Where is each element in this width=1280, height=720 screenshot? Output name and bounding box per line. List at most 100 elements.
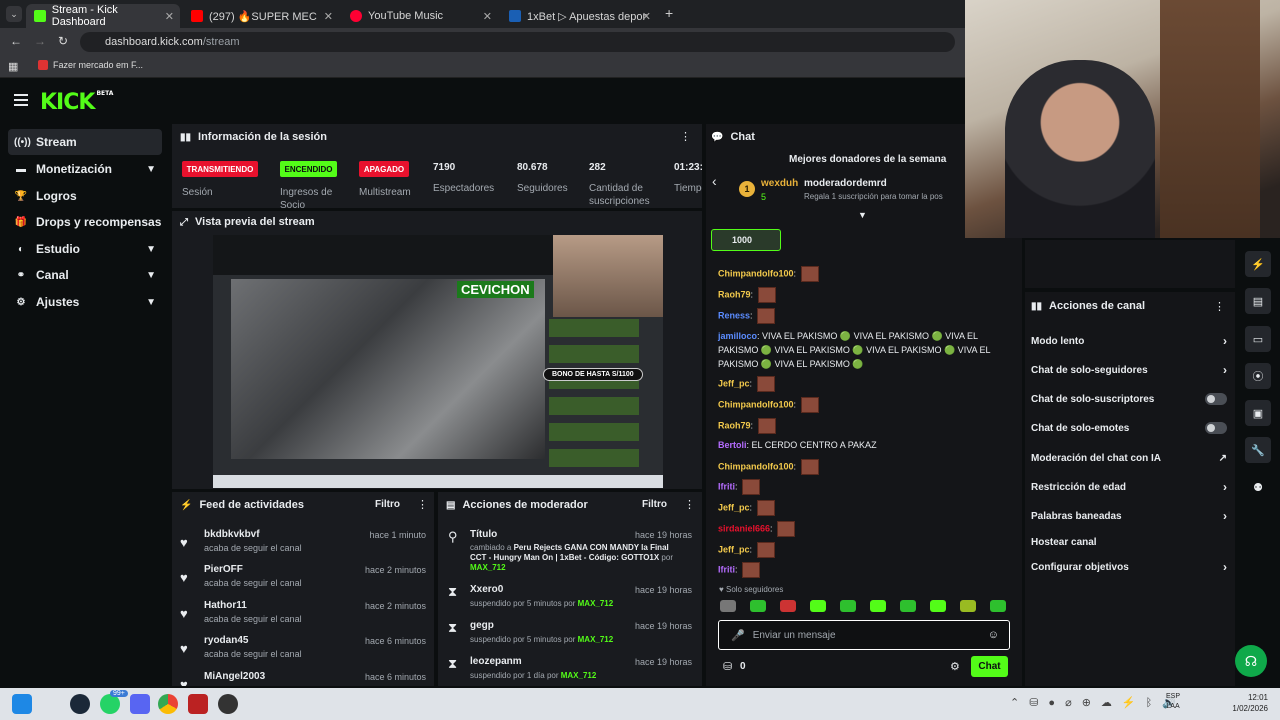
list-item: ♥ Hathor11 acaba de seguir el canal hace 2 … bbox=[172, 600, 432, 636]
sidebar-item-logros[interactable]: 🏆 Logros bbox=[8, 183, 162, 209]
chat-username[interactable]: Chimpandolfo100 bbox=[718, 461, 794, 471]
donor1-name[interactable]: wexduh bbox=[761, 178, 798, 189]
chat-username[interactable]: Jeff_pc bbox=[718, 502, 750, 512]
tab-kick-dashboard[interactable]: Stream - Kick Dashboard ✕ bbox=[26, 4, 180, 28]
chat-send-button[interactable]: Chat bbox=[971, 656, 1008, 677]
emotes-only-item[interactable]: Chat de solo-emotes bbox=[1031, 420, 1227, 436]
hamburger-menu-icon[interactable] bbox=[14, 94, 28, 106]
emoji-icon[interactable]: ☺ bbox=[988, 629, 999, 641]
points-icon[interactable]: ⛁ bbox=[723, 660, 732, 673]
kick-logo[interactable]: KICK BETA bbox=[40, 90, 113, 115]
pinned-drag-handle-icon[interactable]: ▼ bbox=[858, 210, 867, 220]
followers-only-item[interactable]: Chat de solo-seguidores › bbox=[1031, 362, 1227, 378]
chat-username[interactable]: Jeff_pc bbox=[718, 378, 750, 388]
chat-username[interactable]: Jeff_pc bbox=[718, 544, 750, 554]
chat-username[interactable]: Raoh79 bbox=[718, 420, 751, 430]
emote-icon[interactable] bbox=[840, 600, 856, 612]
help-support-button[interactable]: ☊ bbox=[1235, 645, 1267, 677]
goals-item[interactable]: Configurar objetivos › bbox=[1031, 559, 1227, 575]
chat-username[interactable]: Raoh79 bbox=[718, 289, 751, 299]
chat-username[interactable]: jamilloco bbox=[718, 331, 757, 341]
pinned-gift-chip[interactable]: 1000 bbox=[711, 229, 781, 251]
broadcast-button-icon[interactable]: ⦿ bbox=[1245, 363, 1271, 389]
slow-mode-item[interactable]: Modo lento › bbox=[1031, 333, 1227, 349]
more-options-icon[interactable]: ⋮ bbox=[1214, 300, 1225, 313]
chat-username[interactable]: Chimpandolfo100 bbox=[718, 268, 794, 278]
emote-icon[interactable] bbox=[930, 600, 946, 612]
tab-youtube-music[interactable]: YouTube Music ✕ bbox=[342, 4, 498, 28]
sidebar-item-monetizacion[interactable]: ▬ Monetización ▼ bbox=[8, 156, 162, 182]
clock[interactable]: 12:01 1/02/2026 bbox=[1214, 692, 1268, 714]
close-tab-icon[interactable]: ✕ bbox=[483, 10, 492, 23]
sidebar: ((•)) Stream ▬ Monetización ▼ 🏆 Logros 🎁 Drop… bbox=[0, 122, 170, 688]
close-tab-icon[interactable]: ✕ bbox=[324, 10, 333, 23]
tray-icons[interactable]: ⌃⛁●⌀⊕☁⚡ᛒ🔊 bbox=[1010, 696, 1186, 709]
chat-username[interactable]: Ifriti bbox=[718, 481, 735, 491]
language-indicator[interactable]: ESP LAA bbox=[1166, 692, 1180, 712]
back-icon[interactable]: ← bbox=[10, 34, 22, 48]
action-name: leozepanm bbox=[470, 656, 522, 667]
emote-icon[interactable] bbox=[990, 600, 1006, 612]
whatsapp-icon[interactable] bbox=[100, 694, 120, 714]
sidebar-item-stream[interactable]: ((•)) Stream bbox=[8, 129, 162, 155]
more-options-icon[interactable]: ⋮ bbox=[680, 130, 691, 143]
url-input[interactable]: dashboard.kick.com/stream bbox=[80, 32, 955, 52]
save-button-icon[interactable]: ▣ bbox=[1245, 400, 1271, 426]
clipboard-button-icon[interactable]: ▤ bbox=[1245, 288, 1271, 314]
emote-icon[interactable] bbox=[720, 600, 736, 612]
steam-icon[interactable] bbox=[70, 694, 90, 714]
more-options-icon[interactable]: ⋮ bbox=[417, 498, 428, 511]
age-restriction-item[interactable]: Restricción de edad › bbox=[1031, 479, 1227, 495]
chat-username[interactable]: Reness bbox=[718, 310, 750, 320]
chat-settings-gear-icon[interactable]: ⚙ bbox=[950, 660, 960, 673]
close-tab-icon[interactable]: ✕ bbox=[165, 10, 174, 23]
apps-grid-icon[interactable]: ▦ bbox=[8, 60, 18, 73]
microphone-icon[interactable]: 🎤 bbox=[731, 629, 745, 642]
stream-video[interactable]: CEVICHON BONO DE HASTA S/1100 bbox=[213, 235, 663, 488]
emote-icon[interactable] bbox=[750, 600, 766, 612]
wrench-button-icon[interactable]: 🔧 bbox=[1245, 437, 1271, 463]
bookmark-item[interactable]: Fazer mercado em F... bbox=[38, 60, 143, 70]
host-channel-item[interactable]: Hostear canal bbox=[1031, 534, 1227, 550]
chat-username[interactable]: sirdaniel666 bbox=[718, 523, 770, 533]
chat-username[interactable]: Bertoli bbox=[718, 440, 747, 450]
sidebar-item-drops[interactable]: 🎁 Drops y recompensas bbox=[8, 209, 162, 235]
reload-icon[interactable]: ↻ bbox=[58, 34, 68, 48]
emote-icon[interactable] bbox=[960, 600, 976, 612]
tab-search-icon[interactable]: ⌄ bbox=[6, 6, 22, 22]
discord-icon[interactable] bbox=[130, 694, 150, 714]
close-tab-icon[interactable]: ✕ bbox=[642, 10, 651, 23]
ai-moderation-item[interactable]: Moderación del chat con IA ↗ bbox=[1031, 450, 1227, 466]
emotes-only-toggle[interactable] bbox=[1205, 422, 1227, 434]
forward-icon[interactable]: → bbox=[34, 34, 46, 48]
sidebar-item-ajustes[interactable]: ⚙ Ajustes ▼ bbox=[8, 289, 162, 315]
activity-filter-button[interactable]: Filtro bbox=[375, 499, 400, 510]
more-options-icon[interactable]: ⋮ bbox=[684, 498, 695, 511]
modactions-filter-button[interactable]: Filtro bbox=[642, 499, 667, 510]
emote-icon[interactable] bbox=[870, 600, 886, 612]
sidebar-item-estudio[interactable]: ◐ Estudio ▼ bbox=[8, 236, 162, 262]
windows-start-icon[interactable] bbox=[12, 694, 32, 714]
subscribers-only-toggle[interactable] bbox=[1205, 393, 1227, 405]
subscribers-only-item[interactable]: Chat de solo-suscriptores bbox=[1031, 391, 1227, 407]
tab-youtube-video[interactable]: (297) 🔥SUPER MECHA DO ✕ bbox=[183, 4, 339, 28]
hourglass-icon: ⧗ bbox=[448, 620, 458, 635]
new-tab-icon[interactable]: + bbox=[665, 5, 673, 21]
chat-username[interactable]: Ifriti bbox=[718, 564, 735, 574]
sidebar-item-canal[interactable]: ⚭ Canal ▼ bbox=[8, 262, 162, 288]
lightning-button-icon[interactable]: ⚡ bbox=[1245, 251, 1271, 277]
chat-input[interactable]: 🎤 Enviar un mensaje ☺ bbox=[718, 620, 1010, 650]
obs-icon[interactable] bbox=[218, 694, 238, 714]
chat-button-icon[interactable]: ▭ bbox=[1245, 326, 1271, 352]
dota-icon[interactable] bbox=[188, 694, 208, 714]
people-button-icon[interactable]: ⚉ bbox=[1245, 474, 1271, 500]
tab-1xbet[interactable]: 1xBet ▷ Apuestas deportivas o ✕ bbox=[501, 4, 657, 28]
chrome-icon[interactable] bbox=[158, 694, 178, 714]
donor2-name[interactable]: moderadordemrd bbox=[804, 178, 887, 189]
banned-words-item[interactable]: Palabras baneadas › bbox=[1031, 508, 1227, 524]
chevron-left-icon[interactable]: ‹ bbox=[712, 173, 717, 189]
emote-icon[interactable] bbox=[810, 600, 826, 612]
emote-icon[interactable] bbox=[780, 600, 796, 612]
chat-username[interactable]: Chimpandolfo100 bbox=[718, 399, 794, 409]
emote-icon[interactable] bbox=[900, 600, 916, 612]
